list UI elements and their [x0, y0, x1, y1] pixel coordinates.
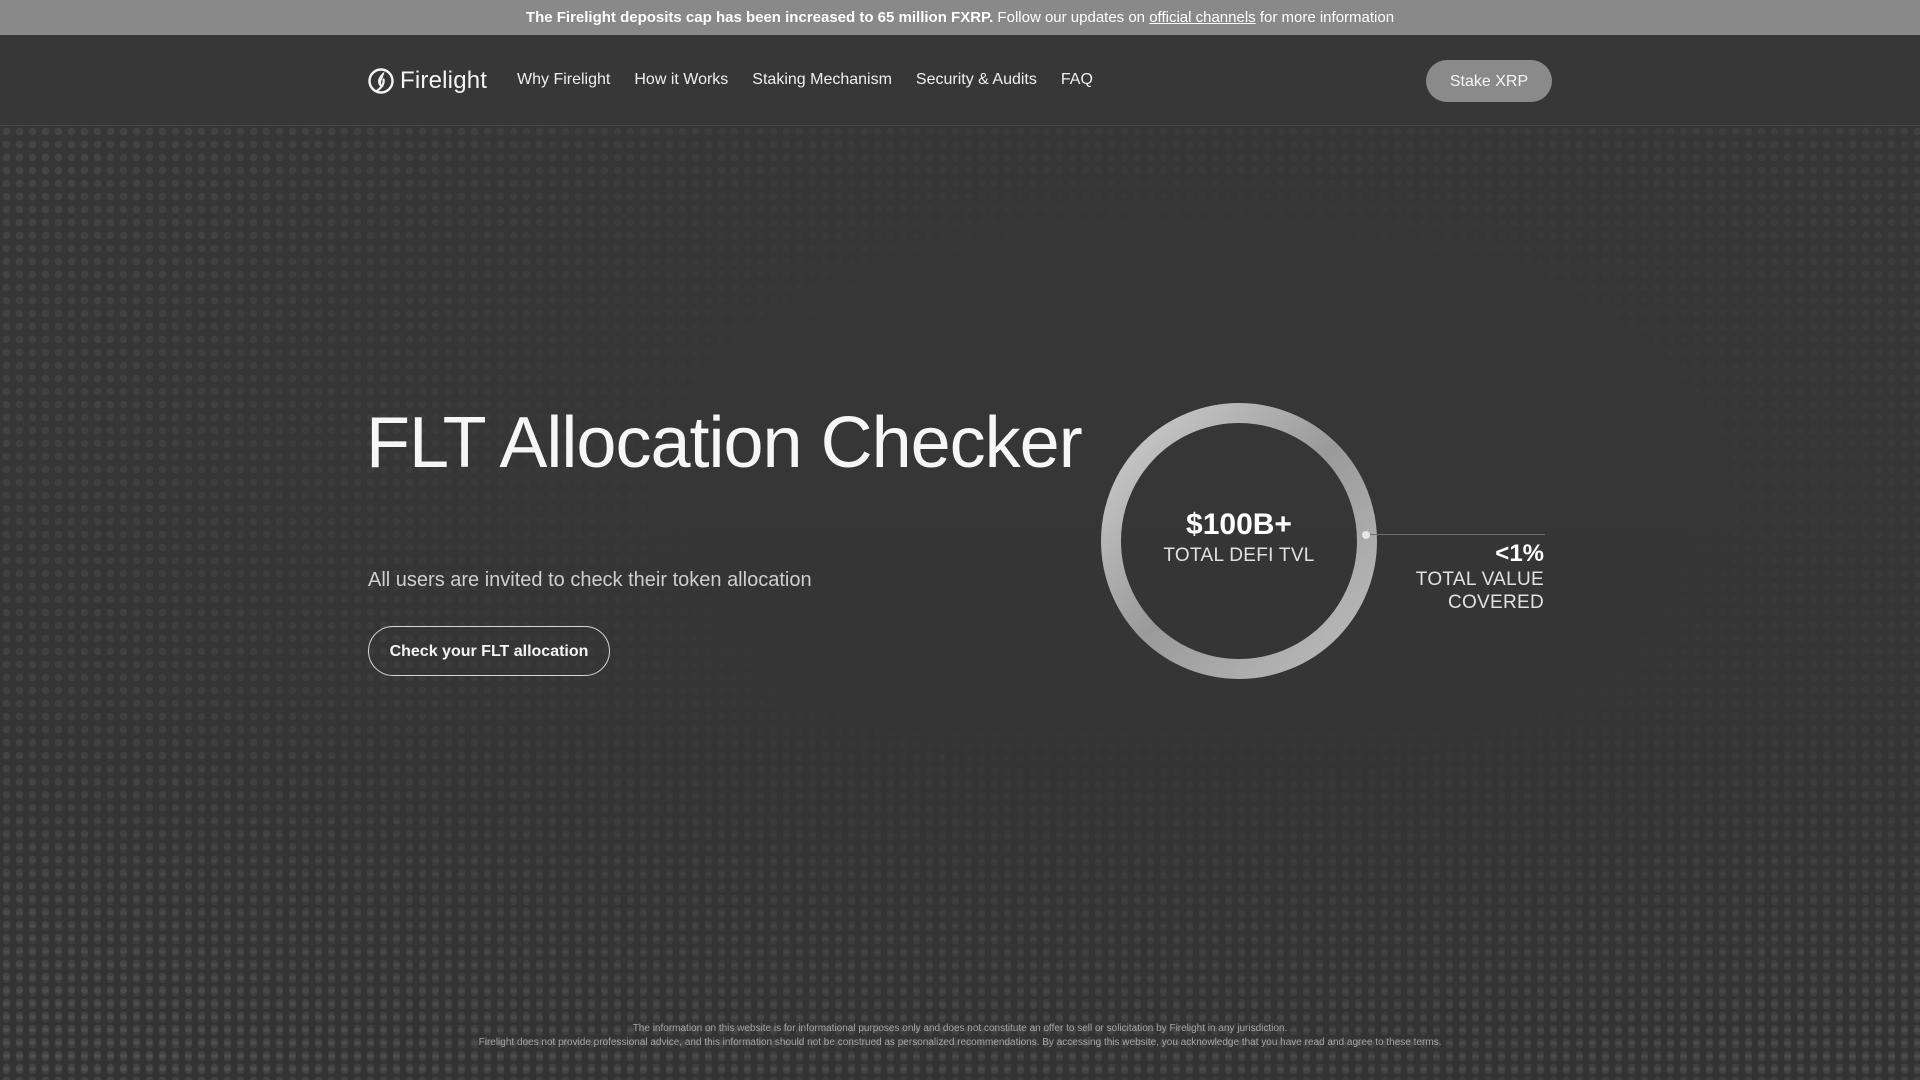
coverage-stat: <1% TOTAL VALUE COVERED [1380, 540, 1544, 614]
main-nav: Why Firelight How it Works Staking Mecha… [517, 70, 1117, 90]
coverage-value: <1% [1495, 540, 1544, 567]
nav-security-audits[interactable]: Security & Audits [916, 70, 1037, 90]
stake-xrp-button[interactable]: Stake XRP [1426, 60, 1552, 102]
logo-link[interactable]: Firelight [368, 67, 487, 95]
page: The Firelight deposits cap has been incr… [0, 0, 1920, 1080]
connector-dot [1362, 531, 1370, 539]
announcement-text: Follow our updates on [993, 9, 1150, 26]
announcement-bar: The Firelight deposits cap has been incr… [0, 0, 1920, 35]
nav-faq[interactable]: FAQ [1061, 70, 1093, 90]
announcement-text-tail: for more information [1255, 9, 1395, 26]
disclaimer-line-2: Firelight does not provide professional … [478, 1037, 1442, 1048]
disclaimer-line-1: The information on this website is for i… [632, 1023, 1288, 1034]
coverage-label-line1: TOTAL VALUE [1415, 569, 1544, 590]
check-allocation-button[interactable]: Check your FLT allocation [368, 626, 610, 676]
ring-center: $100B+ TOTAL DEFI TVL [1100, 402, 1378, 680]
tvl-ring: $100B+ TOTAL DEFI TVL [1100, 402, 1378, 680]
coverage-label-line2: COVERED [1447, 592, 1544, 613]
logo-text: Firelight [400, 67, 488, 94]
site-header: Firelight Why Firelight How it Works Sta… [0, 35, 1920, 126]
tvl-label: TOTAL DEFI TVL [1163, 545, 1315, 566]
hero-subtitle: All users are invited to check their tok… [368, 569, 812, 591]
official-channels-link[interactable]: official channels [1149, 9, 1255, 26]
dotted-background [0, 125, 1920, 1080]
nav-why-firelight[interactable]: Why Firelight [517, 70, 610, 90]
flame-logo-icon [368, 68, 394, 94]
nav-how-it-works[interactable]: How it Works [634, 70, 728, 90]
page-title: FLT Allocation Checker [366, 403, 1083, 483]
footer-disclaimer: The information on this website is for i… [0, 1022, 1920, 1050]
connector-line [1370, 534, 1545, 535]
tvl-value: $100B+ [1186, 508, 1292, 541]
announcement-bold-text: The Firelight deposits cap has been incr… [525, 9, 994, 26]
nav-staking-mechanism[interactable]: Staking Mechanism [752, 70, 892, 90]
